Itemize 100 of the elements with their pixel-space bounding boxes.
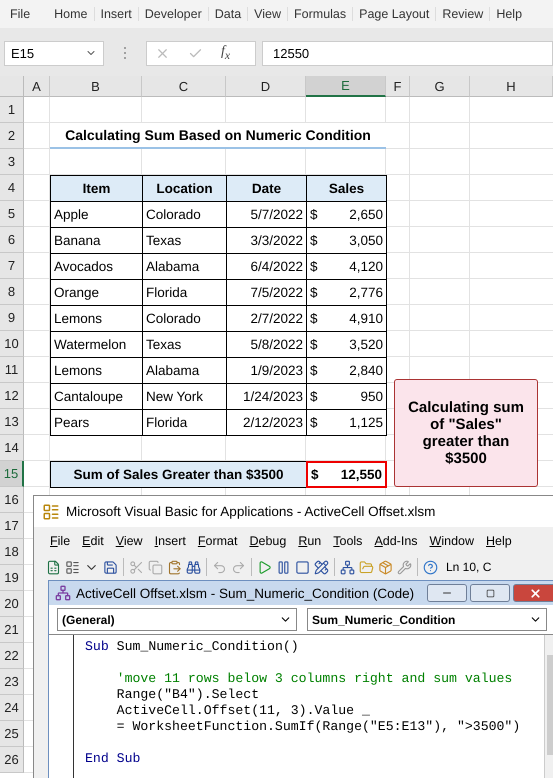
row-header[interactable]: 17 bbox=[0, 513, 24, 539]
column-header[interactable]: B bbox=[50, 76, 142, 97]
minimize-button[interactable] bbox=[427, 584, 467, 602]
row-header[interactable]: 4 bbox=[0, 175, 24, 201]
ribbon-tab[interactable]: View bbox=[248, 7, 288, 21]
sales-amount: 3,520 bbox=[349, 337, 383, 352]
row-header[interactable]: 7 bbox=[0, 253, 24, 279]
ribbon-tab[interactable]: Home bbox=[48, 7, 94, 21]
row-header[interactable]: 16 bbox=[0, 487, 24, 513]
project-explorer-icon[interactable] bbox=[340, 560, 355, 574]
row-header[interactable]: 8 bbox=[0, 279, 24, 305]
table-cell: Colorado bbox=[142, 305, 227, 332]
column-header[interactable]: F bbox=[386, 76, 410, 97]
table-cell: Alabama bbox=[142, 253, 227, 280]
run-icon[interactable] bbox=[257, 560, 272, 574]
restore-button[interactable] bbox=[470, 584, 510, 602]
menu-item[interactable]: View bbox=[110, 534, 149, 548]
table-cell: Avocados bbox=[50, 253, 143, 280]
row-header[interactable]: 22 bbox=[0, 643, 24, 669]
ribbon-tab[interactable]: File bbox=[4, 7, 48, 21]
row-header[interactable]: 25 bbox=[0, 721, 24, 747]
help-icon[interactable] bbox=[423, 560, 438, 574]
toolbox-icon[interactable] bbox=[397, 560, 412, 574]
row-header[interactable]: 2 bbox=[0, 123, 24, 149]
table-cell: Colorado bbox=[142, 201, 227, 228]
row-header[interactable]: 9 bbox=[0, 305, 24, 331]
undo-icon[interactable] bbox=[212, 560, 227, 574]
ribbon-tab[interactable]: Formulas bbox=[288, 7, 354, 21]
row-header[interactable]: 26 bbox=[0, 747, 24, 773]
menu-item[interactable]: Tools bbox=[327, 534, 368, 548]
ribbon-tab[interactable]: Review bbox=[436, 7, 490, 21]
code-editor[interactable]: Sub Sum_Numeric_Condition() 'move 11 rows below 3 columns right and sum values Range("B4").Select ActiveCell.Offset(11, 3).Value _ = WorksheetFunction.SumIf(Range("E5:E13"), ">3500") End Sub bbox=[49, 634, 553, 778]
spreadsheet-icon[interactable] bbox=[46, 560, 61, 574]
row-header[interactable]: 11 bbox=[0, 357, 24, 383]
summary-cell[interactable]: $ 12,550 bbox=[306, 461, 387, 488]
redo-icon[interactable] bbox=[231, 560, 246, 574]
procedure-dropdown[interactable]: Sum_Numeric_Condition bbox=[307, 608, 547, 631]
table-cell: 2/12/2023 bbox=[226, 409, 307, 436]
menu-item[interactable]: File bbox=[44, 534, 76, 548]
name-box[interactable]: E15 bbox=[4, 40, 104, 66]
table-cell: Apple bbox=[50, 201, 143, 228]
column-header[interactable]: H bbox=[470, 76, 553, 97]
ribbon-tab[interactable]: Page Layout bbox=[353, 7, 436, 21]
object-dropdown[interactable]: (General) bbox=[57, 608, 297, 631]
pause-icon[interactable] bbox=[276, 560, 291, 574]
sales-amount: 4,910 bbox=[349, 311, 383, 326]
row-header[interactable]: 21 bbox=[0, 617, 24, 643]
binoculars-icon[interactable] bbox=[186, 560, 201, 574]
column-header[interactable]: G bbox=[410, 76, 470, 97]
column-header[interactable]: E bbox=[306, 76, 386, 97]
column-header[interactable]: A bbox=[24, 76, 50, 97]
stop-icon[interactable] bbox=[295, 560, 310, 574]
row-header[interactable]: 23 bbox=[0, 669, 24, 695]
row-header[interactable]: 18 bbox=[0, 539, 24, 565]
table-cell: 1/24/2023 bbox=[226, 383, 307, 410]
column-header[interactable]: D bbox=[226, 76, 306, 97]
currency-symbol: $ bbox=[310, 389, 318, 404]
ribbon-tab[interactable]: Developer bbox=[138, 7, 209, 21]
table-cell: New York bbox=[142, 383, 227, 410]
design-mode-icon[interactable] bbox=[314, 560, 329, 574]
menu-item[interactable]: Window bbox=[424, 534, 480, 548]
row-header[interactable]: 14 bbox=[0, 435, 24, 461]
form-icon[interactable] bbox=[65, 560, 80, 574]
paste-icon[interactable] bbox=[167, 560, 182, 574]
scissors-icon[interactable] bbox=[129, 560, 144, 574]
insert-function-button[interactable]: f$_{x}$ bbox=[221, 44, 230, 62]
menu-item[interactable]: Insert bbox=[148, 534, 192, 548]
row-header[interactable]: 15 bbox=[0, 461, 24, 487]
summary-value: 12,550 bbox=[340, 467, 382, 482]
row-header[interactable]: 20 bbox=[0, 591, 24, 617]
row-header[interactable]: 6 bbox=[0, 227, 24, 253]
table-cell: 2/7/2022 bbox=[226, 305, 307, 332]
row-header[interactable]: 13 bbox=[0, 409, 24, 435]
row-header[interactable]: 10 bbox=[0, 331, 24, 357]
close-icon bbox=[528, 586, 542, 600]
menu-item[interactable]: Add-Ins bbox=[368, 534, 424, 548]
row-header[interactable]: 12 bbox=[0, 383, 24, 409]
sales-amount: 2,776 bbox=[349, 285, 383, 300]
menu-item[interactable]: Run bbox=[292, 534, 328, 548]
code-line: ActiveCell.Offset(11, 3).Value _ bbox=[116, 703, 371, 719]
copy-icon[interactable] bbox=[148, 560, 163, 574]
menu-item[interactable]: Edit bbox=[76, 534, 110, 548]
menu-item[interactable]: Format bbox=[192, 534, 244, 548]
row-header[interactable]: 19 bbox=[0, 565, 24, 591]
object-browser-icon[interactable] bbox=[378, 560, 393, 574]
column-header[interactable]: C bbox=[142, 76, 226, 97]
menu-item[interactable]: Help bbox=[480, 534, 518, 548]
formula-field[interactable]: 12550 bbox=[262, 40, 553, 66]
close-button[interactable] bbox=[513, 584, 553, 602]
currency-symbol: $ bbox=[310, 415, 318, 430]
ribbon-tab[interactable]: Help bbox=[490, 7, 528, 21]
table-cell: Texas bbox=[142, 331, 227, 358]
ribbon-tab[interactable]: Data bbox=[208, 7, 248, 21]
row-header[interactable]: 3 bbox=[0, 149, 24, 175]
ribbon-tab[interactable]: Insert bbox=[94, 7, 139, 21]
row-header[interactable]: 24 bbox=[0, 695, 24, 721]
row-header[interactable]: 1 bbox=[0, 97, 24, 123]
menu-item[interactable]: Debug bbox=[243, 534, 292, 548]
row-header[interactable]: 5 bbox=[0, 201, 24, 227]
save-icon[interactable] bbox=[103, 560, 118, 574]
